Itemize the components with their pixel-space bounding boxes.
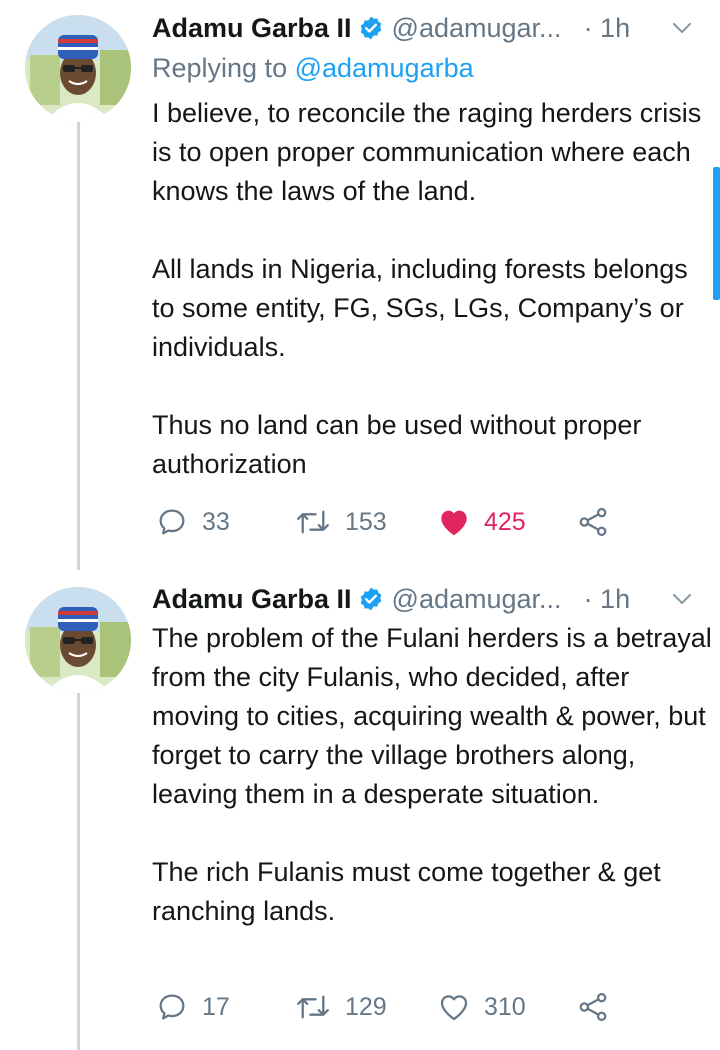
reply-button[interactable]: 17 (156, 987, 230, 1027)
tweet-text: The problem of the Fulani herders is a b… (152, 623, 712, 926)
thread-line-1 (77, 122, 80, 570)
like-count: 425 (484, 507, 526, 536)
scrollbar-thumb[interactable] (713, 167, 720, 300)
replying-label: Replying to (152, 53, 295, 83)
retweet-icon (297, 995, 329, 1019)
avatar-image (25, 587, 131, 693)
tweet-header: Adamu Garba II @adamugar... · 1h (152, 581, 720, 617)
reply-count: 17 (202, 992, 230, 1021)
tweet-text: I believe, to reconcile the raging herde… (152, 98, 702, 479)
retweet-count: 153 (345, 507, 387, 536)
retweet-button[interactable]: 129 (295, 987, 387, 1027)
author-handle[interactable]: @adamugar... (392, 13, 562, 44)
share-button[interactable] (577, 987, 609, 1027)
reply-icon (159, 509, 185, 535)
share-icon (579, 507, 607, 537)
share-button[interactable] (577, 502, 609, 542)
replying-to: Replying to @adamugarba (152, 53, 474, 84)
author-name[interactable]: Adamu Garba II (152, 13, 352, 44)
verified-badge-icon (360, 587, 381, 611)
chevron-down-icon[interactable] (670, 16, 694, 40)
retweet-icon (297, 510, 329, 534)
like-count: 310 (484, 992, 526, 1021)
like-button[interactable]: 425 (438, 502, 526, 542)
timestamp[interactable]: · 1h (584, 13, 631, 44)
timestamp[interactable]: · 1h (584, 584, 631, 615)
reply-count: 33 (202, 507, 230, 536)
share-icon (579, 992, 607, 1022)
reply-icon (159, 994, 185, 1020)
heart-icon (441, 510, 467, 536)
tweet-header: Adamu Garba II @adamugar... · 1h (152, 10, 720, 46)
reply-button[interactable]: 33 (156, 502, 230, 542)
heart-icon (440, 995, 468, 1021)
tweet-actions: 17 129 310 (152, 987, 622, 1027)
avatar[interactable] (25, 15, 131, 121)
avatar[interactable] (25, 587, 131, 693)
verified-badge-icon (360, 16, 381, 40)
author-name[interactable]: Adamu Garba II (152, 584, 352, 615)
replying-mention-link[interactable]: @adamugarba (295, 53, 474, 83)
retweet-count: 129 (345, 992, 387, 1021)
like-button[interactable]: 310 (438, 987, 526, 1027)
avatar-image (25, 15, 131, 121)
tweet-actions: 33 153 425 (152, 502, 622, 542)
thread-line-2 (77, 693, 80, 1050)
author-handle[interactable]: @adamugar... (392, 584, 562, 615)
chevron-down-icon[interactable] (670, 587, 694, 611)
retweet-button[interactable]: 153 (295, 502, 387, 542)
